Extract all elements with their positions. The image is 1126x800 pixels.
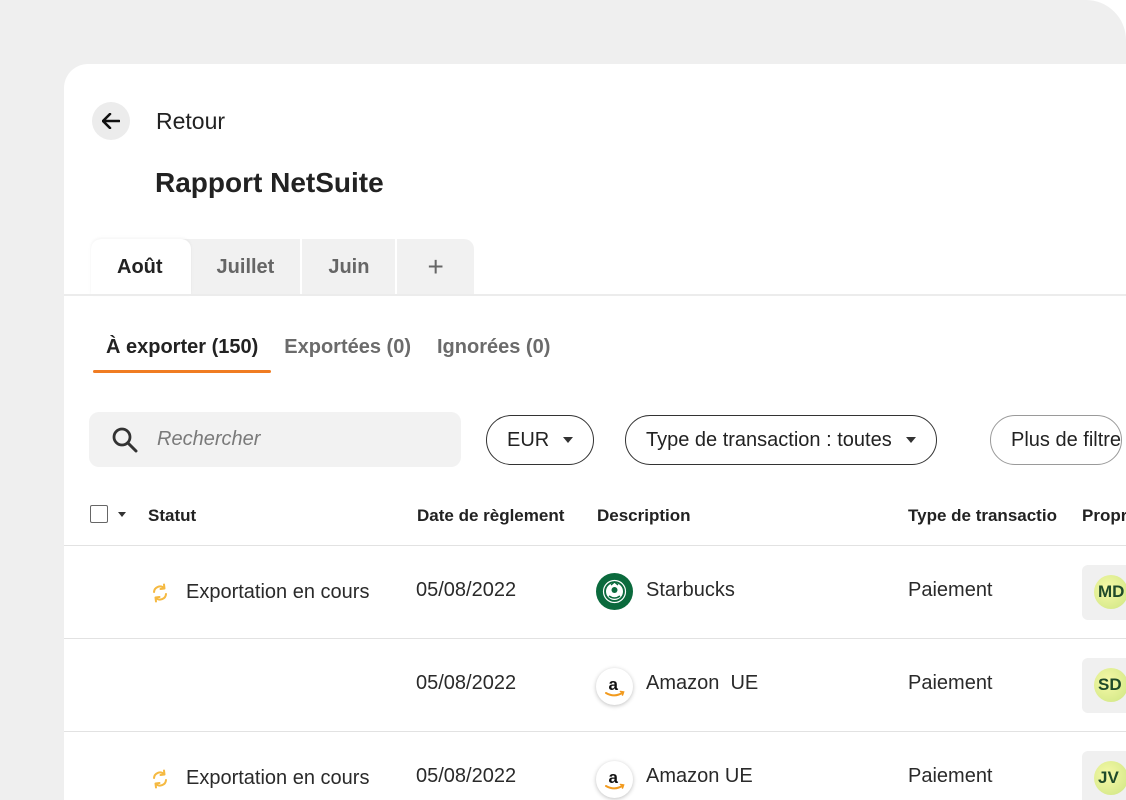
row-date: 05/08/2022	[416, 672, 517, 694]
month-tabs: Août Juillet Juin +	[91, 239, 474, 295]
row-type: Paiement	[908, 579, 993, 601]
row-type: Paiement	[908, 672, 993, 694]
transaction-type-filter-label: Type de transaction : toutes	[646, 428, 892, 451]
row-status: Exportation en cours	[186, 767, 370, 789]
sync-icon	[153, 769, 167, 789]
row-type: Paiement	[908, 765, 993, 787]
column-date[interactable]: Date de règlement	[417, 506, 564, 526]
select-all-checkbox[interactable]	[90, 505, 108, 523]
column-status[interactable]: Statut	[148, 506, 196, 526]
row-date: 05/08/2022	[416, 765, 517, 787]
back-label: Retour	[156, 107, 226, 134]
add-tab-button[interactable]: +	[397, 239, 473, 295]
table-row[interactable]: 05/08/2022 a Amazon UE Paiement SD	[64, 639, 1126, 732]
chevron-down-icon	[563, 437, 574, 443]
amazon-logo: a	[596, 761, 633, 798]
svg-text:a: a	[609, 675, 619, 694]
amazon-logo: a	[596, 668, 633, 705]
row-description: Amazon UE	[646, 672, 759, 694]
report-panel: Retour Rapport NetSuite Août Juillet Jui…	[64, 64, 1126, 800]
tab-to-export[interactable]: À exporter (150)	[93, 336, 272, 373]
owner-cell: MD	[1082, 565, 1126, 620]
svg-text:a: a	[609, 768, 619, 787]
more-filters-button[interactable]: Plus de filtre	[990, 415, 1123, 465]
row-description: Starbucks	[646, 579, 735, 601]
more-filters-label: Plus de filtre	[1011, 428, 1122, 451]
tab-juillet[interactable]: Juillet	[191, 239, 303, 295]
row-description: Amazon UE	[646, 765, 753, 787]
tab-aout[interactable]: Août	[91, 239, 191, 295]
table-row[interactable]: Exportation en cours 05/08/2022 Starbuck…	[64, 546, 1126, 639]
avatar[interactable]: SD	[1094, 668, 1126, 702]
tab-exported[interactable]: Exportées (0)	[271, 336, 424, 373]
arrow-left-icon[interactable]	[92, 102, 130, 140]
search-input[interactable]	[157, 428, 437, 451]
sync-icon	[153, 583, 167, 603]
avatar[interactable]: JV	[1094, 761, 1126, 795]
avatar[interactable]: MD	[1094, 575, 1126, 609]
page-title: Rapport NetSuite	[155, 167, 384, 198]
column-type[interactable]: Type de transactio	[908, 506, 1057, 526]
tab-ignored[interactable]: Ignorées (0)	[424, 336, 563, 373]
row-status: Exportation en cours	[186, 581, 370, 603]
transaction-type-filter[interactable]: Type de transaction : toutes	[625, 415, 937, 465]
chevron-down-icon	[905, 437, 916, 443]
currency-filter-label: EUR	[507, 428, 550, 451]
back-button[interactable]: Retour	[92, 102, 225, 140]
column-description[interactable]: Description	[597, 506, 691, 526]
owner-cell: JV	[1082, 751, 1126, 800]
tabs-divider	[64, 294, 1126, 296]
tab-juin[interactable]: Juin	[302, 239, 398, 295]
chevron-down-icon[interactable]	[118, 512, 126, 517]
search-icon	[112, 427, 138, 452]
table-row[interactable]: Exportation en cours 05/08/2022 a Amazon…	[64, 732, 1126, 800]
starbucks-logo	[596, 573, 633, 610]
column-owner[interactable]: Propr	[1082, 506, 1126, 526]
table-header: Statut Date de règlement Description Typ…	[64, 496, 1126, 546]
search-box[interactable]	[89, 412, 461, 467]
app-frame: Retour Rapport NetSuite Août Juillet Jui…	[0, 0, 1126, 800]
row-date: 05/08/2022	[416, 579, 517, 601]
owner-cell: SD	[1082, 658, 1126, 713]
currency-filter[interactable]: EUR	[486, 415, 595, 465]
export-status-tabs: À exporter (150) Exportées (0) Ignorées …	[93, 336, 563, 373]
